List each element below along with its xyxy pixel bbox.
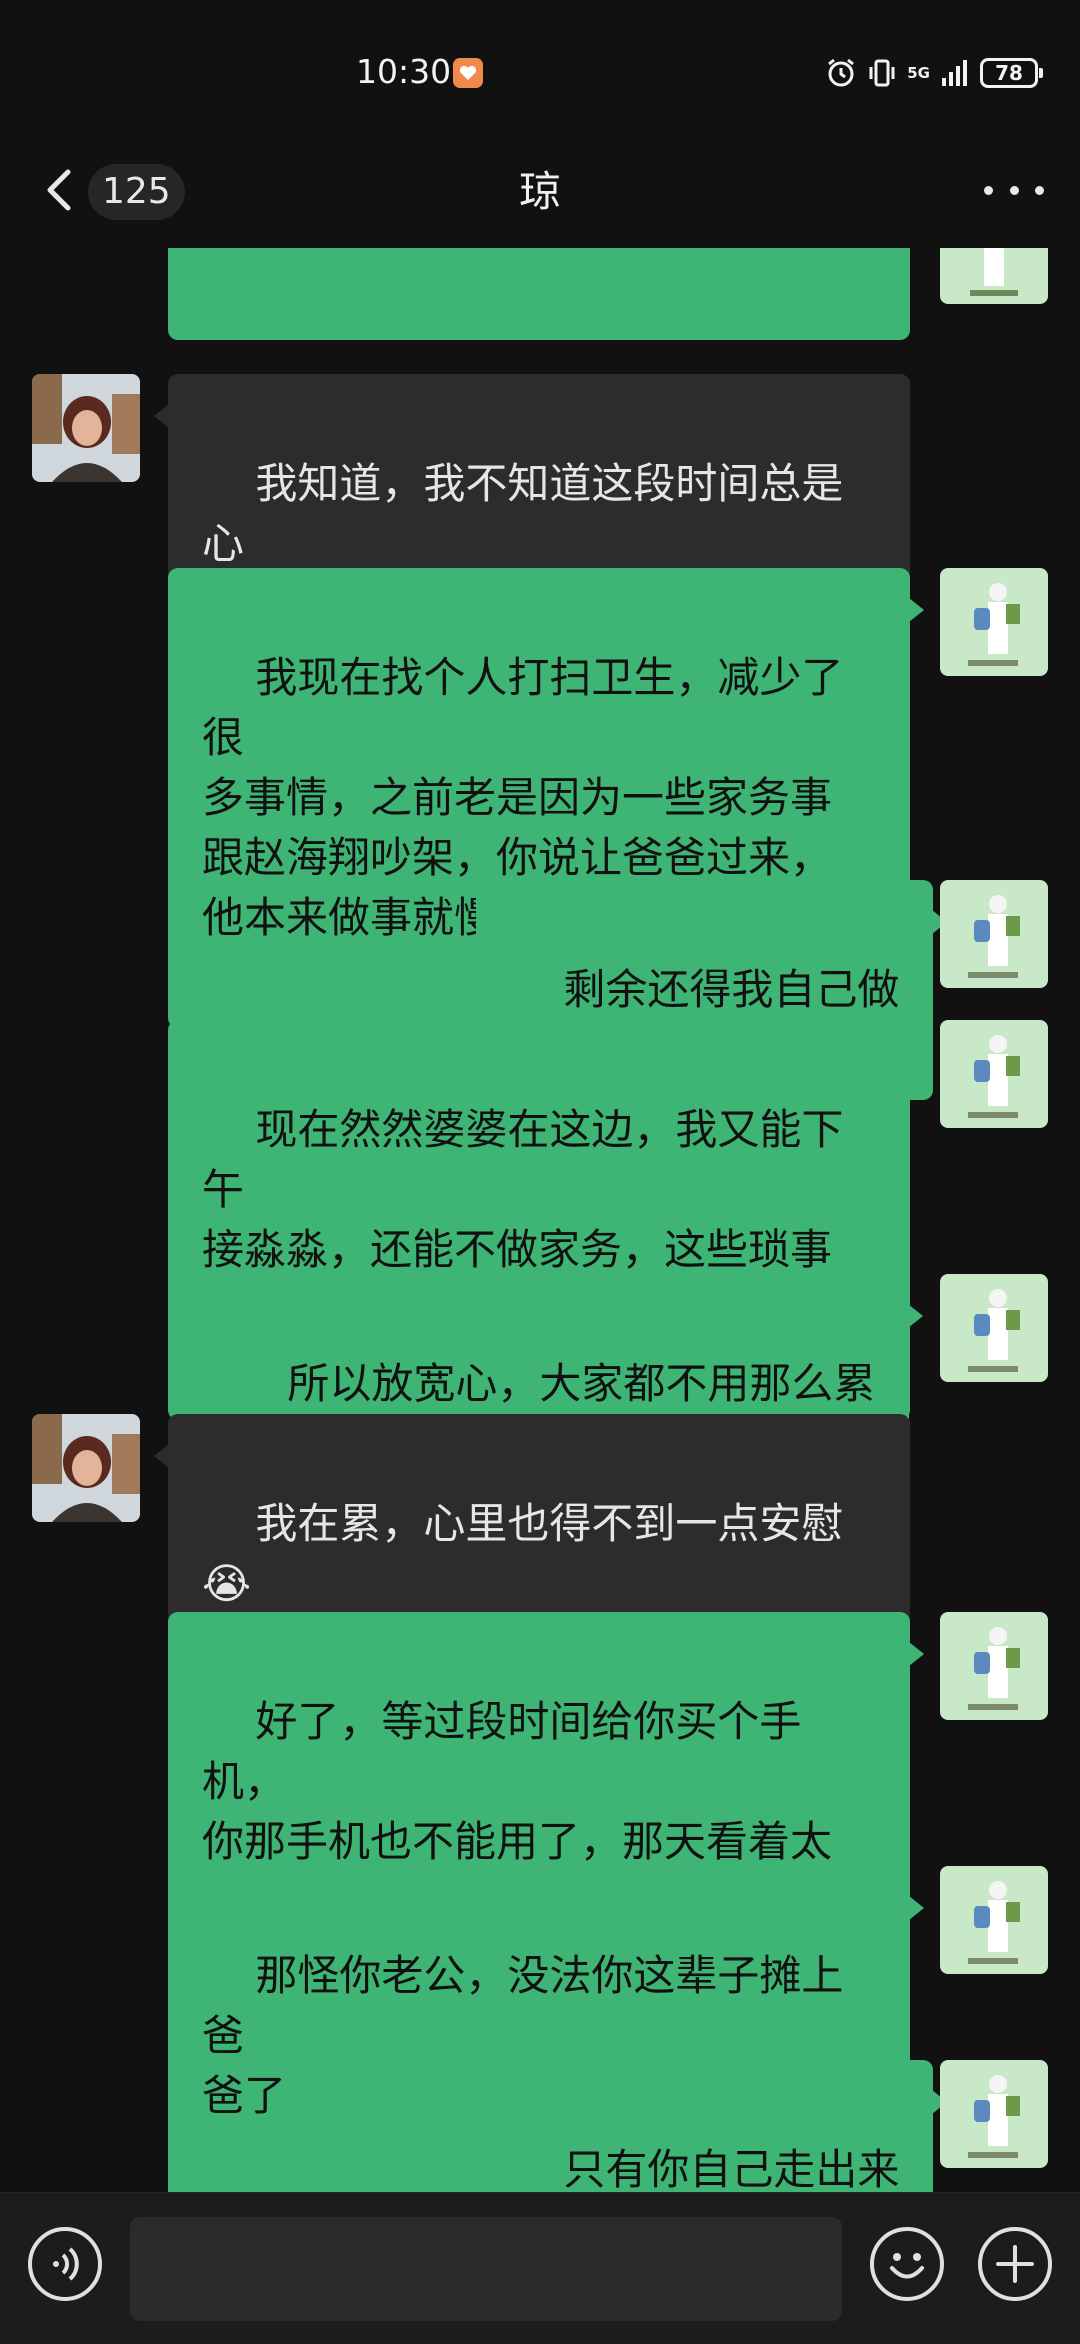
my-avatar[interactable] <box>940 880 1048 988</box>
app-notification-icon <box>453 58 483 88</box>
battery-level: 78 <box>995 61 1023 85</box>
message-bubble-sent[interactable]: 只有你自己走出来 <box>476 2060 948 2192</box>
contact-avatar[interactable] <box>32 1414 140 1522</box>
chevron-left-icon <box>47 169 71 211</box>
my-avatar[interactable] <box>940 2060 1048 2168</box>
message-list[interactable]: 去了 我知道，我不知道这段时间总是心 情不好，看手机都会泪流满面 我现在找个人打… <box>0 248 1080 2192</box>
plus-icon <box>996 2245 1034 2283</box>
smiley-icon <box>890 2253 924 2279</box>
message-input[interactable] <box>130 2217 842 2321</box>
message-text: 剩余还得我自己做 <box>563 965 900 1014</box>
my-avatar[interactable] <box>940 1866 1048 1974</box>
status-indicators: 5G 78 <box>825 54 1043 92</box>
voice-icon <box>53 2247 79 2281</box>
status-bar: 10:30 5G 78 <box>0 0 1080 140</box>
back-button[interactable] <box>36 160 86 220</box>
my-avatar[interactable] <box>940 248 1048 304</box>
emoji-button[interactable] <box>870 2227 944 2301</box>
unread-count-badge[interactable]: 125 <box>88 164 185 220</box>
vibrate-icon <box>869 59 895 87</box>
more-options-button[interactable] <box>984 170 1044 210</box>
signal-icon <box>942 60 967 86</box>
status-time: 10:30 <box>356 52 452 91</box>
network-type: 5G <box>907 63 930 82</box>
my-avatar[interactable] <box>940 1612 1048 1720</box>
more-horizontal-icon <box>984 185 993 195</box>
input-bar <box>0 2192 1080 2344</box>
message-bubble-sent[interactable]: 去了 <box>168 248 910 386</box>
contact-avatar[interactable] <box>32 374 140 482</box>
my-avatar[interactable] <box>940 568 1048 676</box>
voice-button[interactable] <box>28 2227 102 2301</box>
message-text: 所以放宽心，大家都不用那么累 <box>287 1359 876 1408</box>
my-avatar[interactable] <box>940 1020 1048 1128</box>
my-avatar[interactable] <box>940 1274 1048 1382</box>
alarm-icon <box>828 58 855 87</box>
chat-header: 125 琼 <box>0 140 1080 248</box>
more-functions-button[interactable] <box>978 2227 1052 2301</box>
message-text: 只有你自己走出来 <box>563 2145 900 2192</box>
battery-icon: 78 <box>980 58 1043 88</box>
